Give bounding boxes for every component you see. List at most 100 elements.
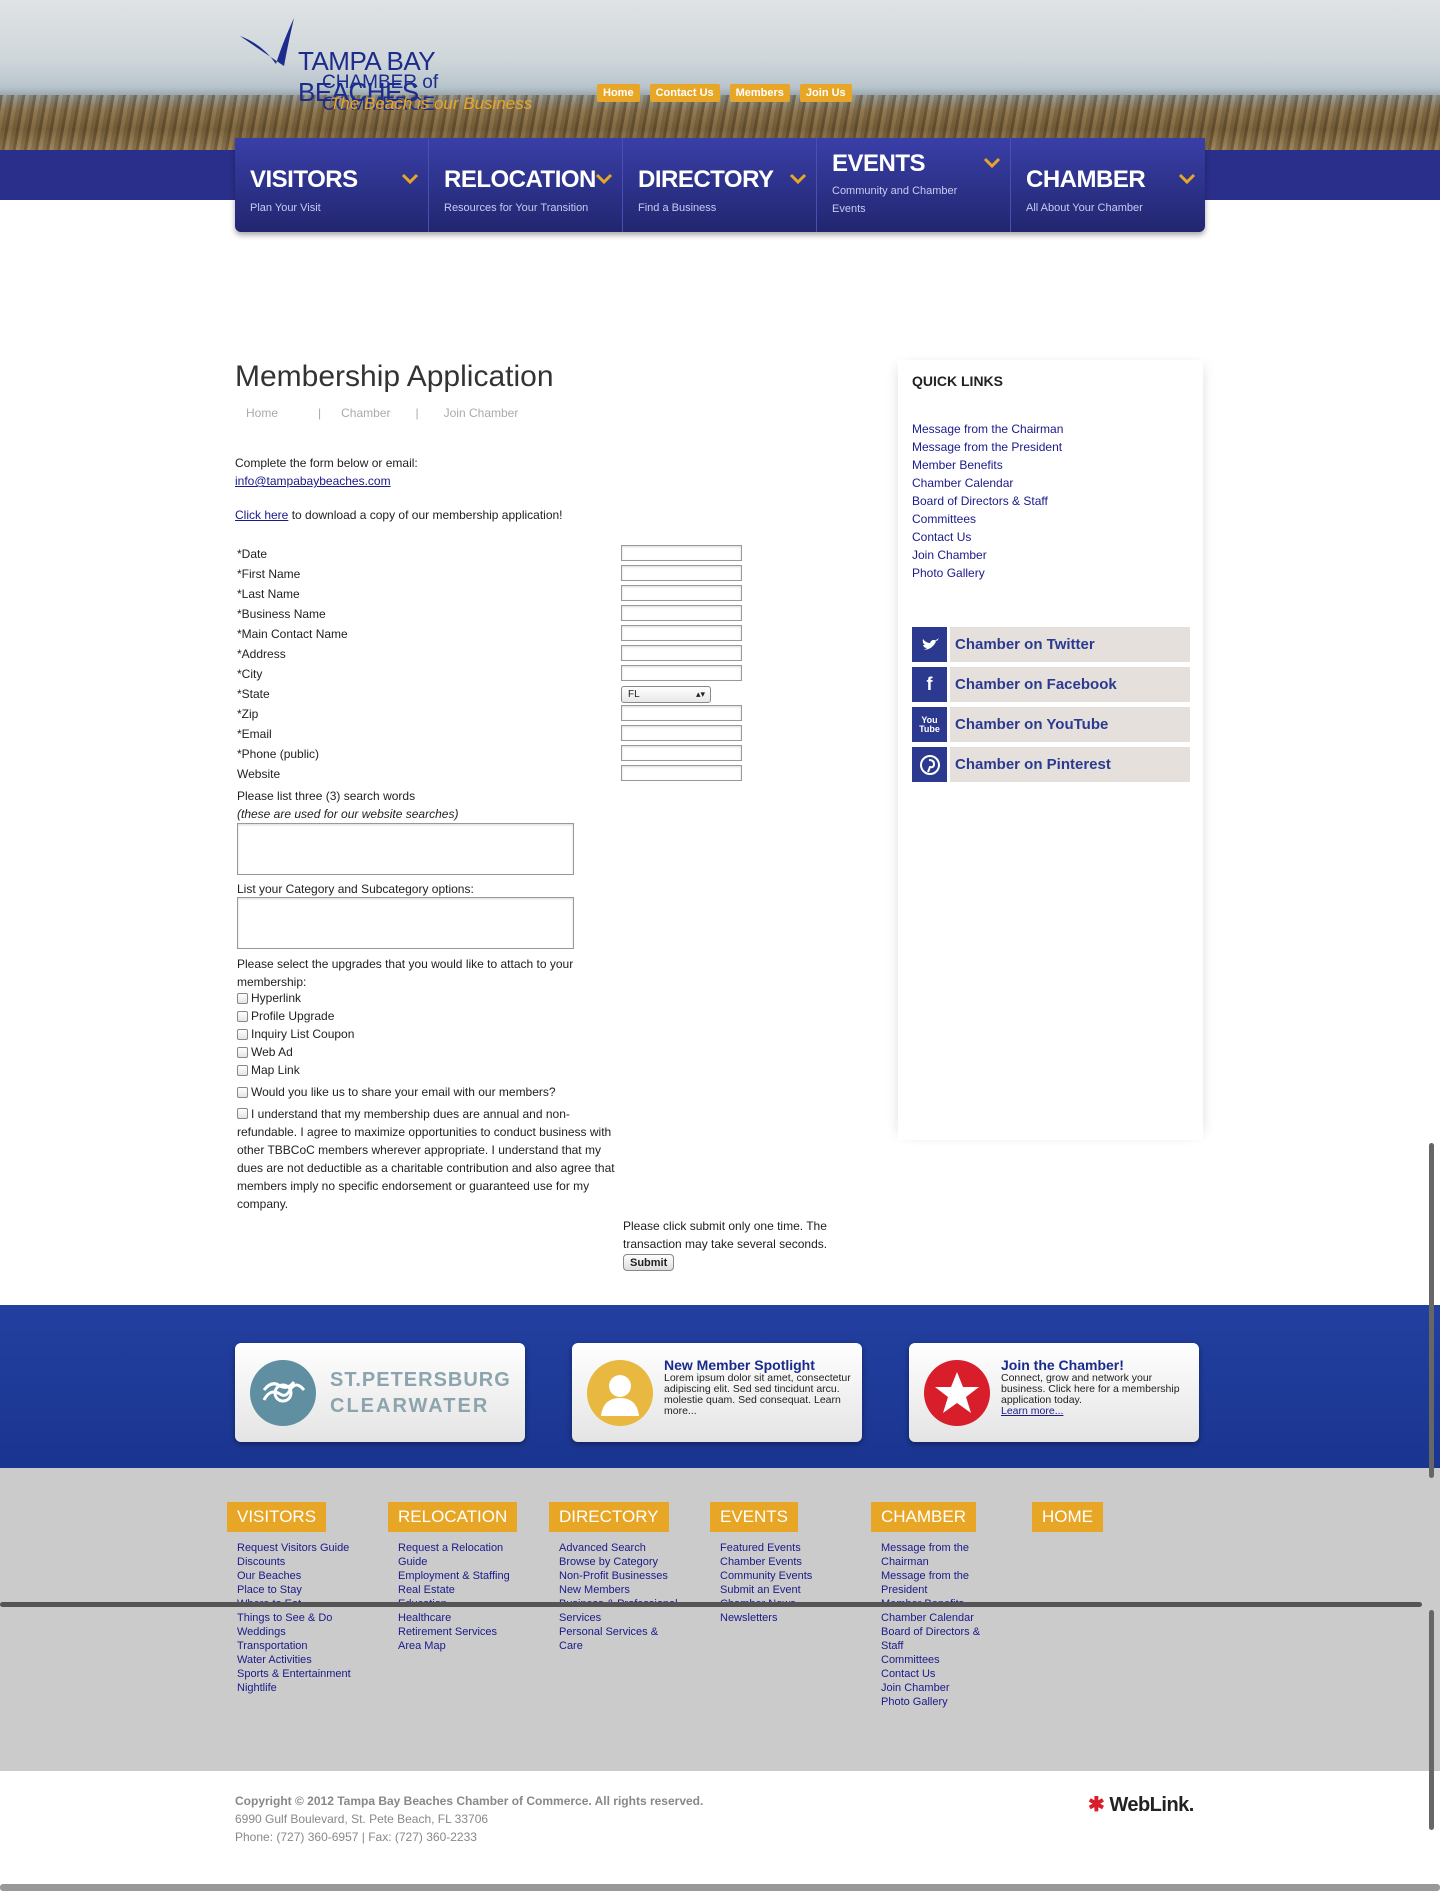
breadcrumb-join[interactable]: Join Chamber: [444, 406, 519, 420]
nav-visitors[interactable]: VISITORS Plan Your Visit: [235, 138, 429, 232]
footer-link[interactable]: Employment & Staffing: [398, 1569, 516, 1583]
checkbox[interactable]: [237, 1108, 248, 1119]
footer-link[interactable]: Chamber Events: [720, 1555, 838, 1569]
stpete-clearwater-card[interactable]: ST.PETERSBURG CLEARWATER: [235, 1343, 525, 1442]
join-chamber-card[interactable]: Join the Chamber! Connect, grow and netw…: [909, 1343, 1199, 1442]
nav-relocation[interactable]: RELOCATION Resources for Your Transition: [429, 138, 623, 232]
checkbox[interactable]: [237, 1028, 248, 1040]
learn-more-link[interactable]: Learn more...: [1001, 1405, 1063, 1417]
chamber-logo[interactable]: TAMPA BAY BEACHES CHAMBER of COMMERCE Th…: [232, 14, 552, 124]
footer-link[interactable]: Photo Gallery: [881, 1695, 991, 1709]
footer-link[interactable]: Featured Events: [720, 1541, 838, 1555]
top-link-join[interactable]: Join Us: [799, 84, 852, 102]
top-link-contact[interactable]: Contact Us: [649, 84, 720, 102]
vertical-scrollbar[interactable]: [1429, 1143, 1434, 1478]
footer-link[interactable]: Chamber Calendar: [881, 1611, 991, 1625]
social-youtube[interactable]: You Tube Chamber on YouTube: [912, 707, 1190, 742]
footer-heading[interactable]: HOME: [1032, 1502, 1103, 1532]
nav-directory[interactable]: DIRECTORY Find a Business: [623, 138, 817, 232]
checkbox[interactable]: [237, 1064, 248, 1076]
footer-link[interactable]: Our Beaches: [237, 1569, 351, 1583]
quick-link[interactable]: Join Chamber: [912, 546, 1063, 564]
nav-chamber[interactable]: CHAMBER All About Your Chamber: [1011, 138, 1205, 232]
footer-link[interactable]: Browse by Category: [559, 1555, 684, 1569]
quick-link[interactable]: Board of Directors & Staff: [912, 492, 1063, 510]
address-field[interactable]: [621, 645, 742, 661]
footer-link[interactable]: Real Estate: [398, 1583, 516, 1597]
footer-heading[interactable]: CHAMBER: [871, 1502, 977, 1532]
top-link-members[interactable]: Members: [729, 84, 790, 102]
main-contact-field[interactable]: [621, 625, 742, 641]
quick-link[interactable]: Member Benefits: [912, 456, 1063, 474]
quick-link[interactable]: Photo Gallery: [912, 564, 1063, 582]
footer-link[interactable]: Board of Directors & Staff: [881, 1625, 991, 1653]
upgrade-coupon[interactable]: Inquiry List Coupon: [237, 1027, 354, 1041]
footer-link[interactable]: Transportation: [237, 1639, 351, 1653]
email-link[interactable]: info@tampabaybeaches.com: [235, 474, 391, 488]
business-name-field[interactable]: [621, 605, 742, 621]
bottom-scrollbar[interactable]: [0, 1884, 1440, 1891]
website-field[interactable]: [621, 765, 742, 781]
checkbox[interactable]: [237, 992, 248, 1004]
checkbox[interactable]: [237, 1046, 248, 1058]
footer-link[interactable]: Join Chamber: [881, 1681, 991, 1695]
footer-link[interactable]: Community Events: [720, 1569, 838, 1583]
footer-link[interactable]: Request Visitors Guide: [237, 1541, 351, 1555]
upgrade-map-link[interactable]: Map Link: [237, 1063, 300, 1077]
footer-link[interactable]: New Members: [559, 1583, 684, 1597]
city-field[interactable]: [621, 665, 742, 681]
footer-link[interactable]: Area Map: [398, 1639, 516, 1653]
footer-link[interactable]: Weddings: [237, 1625, 351, 1639]
footer-link[interactable]: Water Activities: [237, 1653, 351, 1667]
footer-link[interactable]: Place to Stay: [237, 1583, 351, 1597]
checkbox[interactable]: [237, 1010, 248, 1022]
footer-heading[interactable]: EVENTS: [710, 1502, 799, 1532]
upgrade-hyperlink[interactable]: Hyperlink: [237, 991, 301, 1005]
footer-link[interactable]: Things to See & Do: [237, 1611, 351, 1625]
member-spotlight-card[interactable]: New Member Spotlight Lorem ipsum dolor s…: [572, 1343, 862, 1442]
footer-link[interactable]: Sports & Entertainment: [237, 1667, 351, 1681]
footer-link[interactable]: Submit an Event: [720, 1583, 838, 1597]
footer-heading[interactable]: VISITORS: [227, 1502, 327, 1532]
footer-link[interactable]: Personal Services & Care: [559, 1625, 684, 1653]
footer-link[interactable]: Request a Relocation Guide: [398, 1541, 516, 1569]
quick-link[interactable]: Message from the President: [912, 438, 1063, 456]
upgrade-web-ad[interactable]: Web Ad: [237, 1045, 293, 1059]
footer-link[interactable]: Message from the Chairman: [881, 1541, 991, 1569]
search-words-textarea[interactable]: [237, 823, 574, 875]
social-pinterest[interactable]: Chamber on Pinterest: [912, 747, 1190, 782]
social-facebook[interactable]: f Chamber on Facebook: [912, 667, 1190, 702]
category-textarea[interactable]: [237, 897, 574, 949]
horizontal-scrollbar[interactable]: [0, 1602, 1422, 1607]
agreement-option[interactable]: I understand that my membership dues are…: [237, 1105, 622, 1213]
footer-heading[interactable]: DIRECTORY: [549, 1502, 669, 1532]
breadcrumb-home[interactable]: Home: [246, 406, 278, 420]
quick-link[interactable]: Committees: [912, 510, 1063, 528]
weblink-logo[interactable]: ✱ WebLink.: [1088, 1792, 1194, 1817]
footer-link[interactable]: Message from the President: [881, 1569, 991, 1597]
date-field[interactable]: [621, 545, 742, 561]
quick-link[interactable]: Message from the Chairman: [912, 420, 1063, 438]
footer-link[interactable]: Non-Profit Businesses: [559, 1569, 684, 1583]
nav-events[interactable]: EVENTS Community and Chamber Events: [817, 138, 1011, 232]
share-email-option[interactable]: Would you like us to share your email wi…: [237, 1085, 556, 1099]
top-link-home[interactable]: Home: [597, 84, 640, 102]
phone-field[interactable]: [621, 745, 742, 761]
footer-heading[interactable]: RELOCATION: [388, 1502, 518, 1532]
footer-link[interactable]: Retirement Services: [398, 1625, 516, 1639]
quick-link[interactable]: Chamber Calendar: [912, 474, 1063, 492]
quick-link[interactable]: Contact Us: [912, 528, 1063, 546]
checkbox[interactable]: [237, 1086, 248, 1098]
footer-link[interactable]: Advanced Search: [559, 1541, 684, 1555]
footer-link[interactable]: Healthcare: [398, 1611, 516, 1625]
submit-button[interactable]: Submit: [623, 1254, 675, 1271]
first-name-field[interactable]: [621, 565, 742, 581]
last-name-field[interactable]: [621, 585, 742, 601]
download-link[interactable]: Click here: [235, 508, 288, 522]
footer-link[interactable]: Committees: [881, 1653, 991, 1667]
breadcrumb-chamber[interactable]: Chamber: [341, 406, 390, 420]
footer-link[interactable]: Discounts: [237, 1555, 351, 1569]
footer-link[interactable]: Newsletters: [720, 1611, 838, 1625]
vertical-scrollbar-lower[interactable]: [1429, 1610, 1434, 1830]
footer-link[interactable]: Nightlife: [237, 1681, 351, 1695]
